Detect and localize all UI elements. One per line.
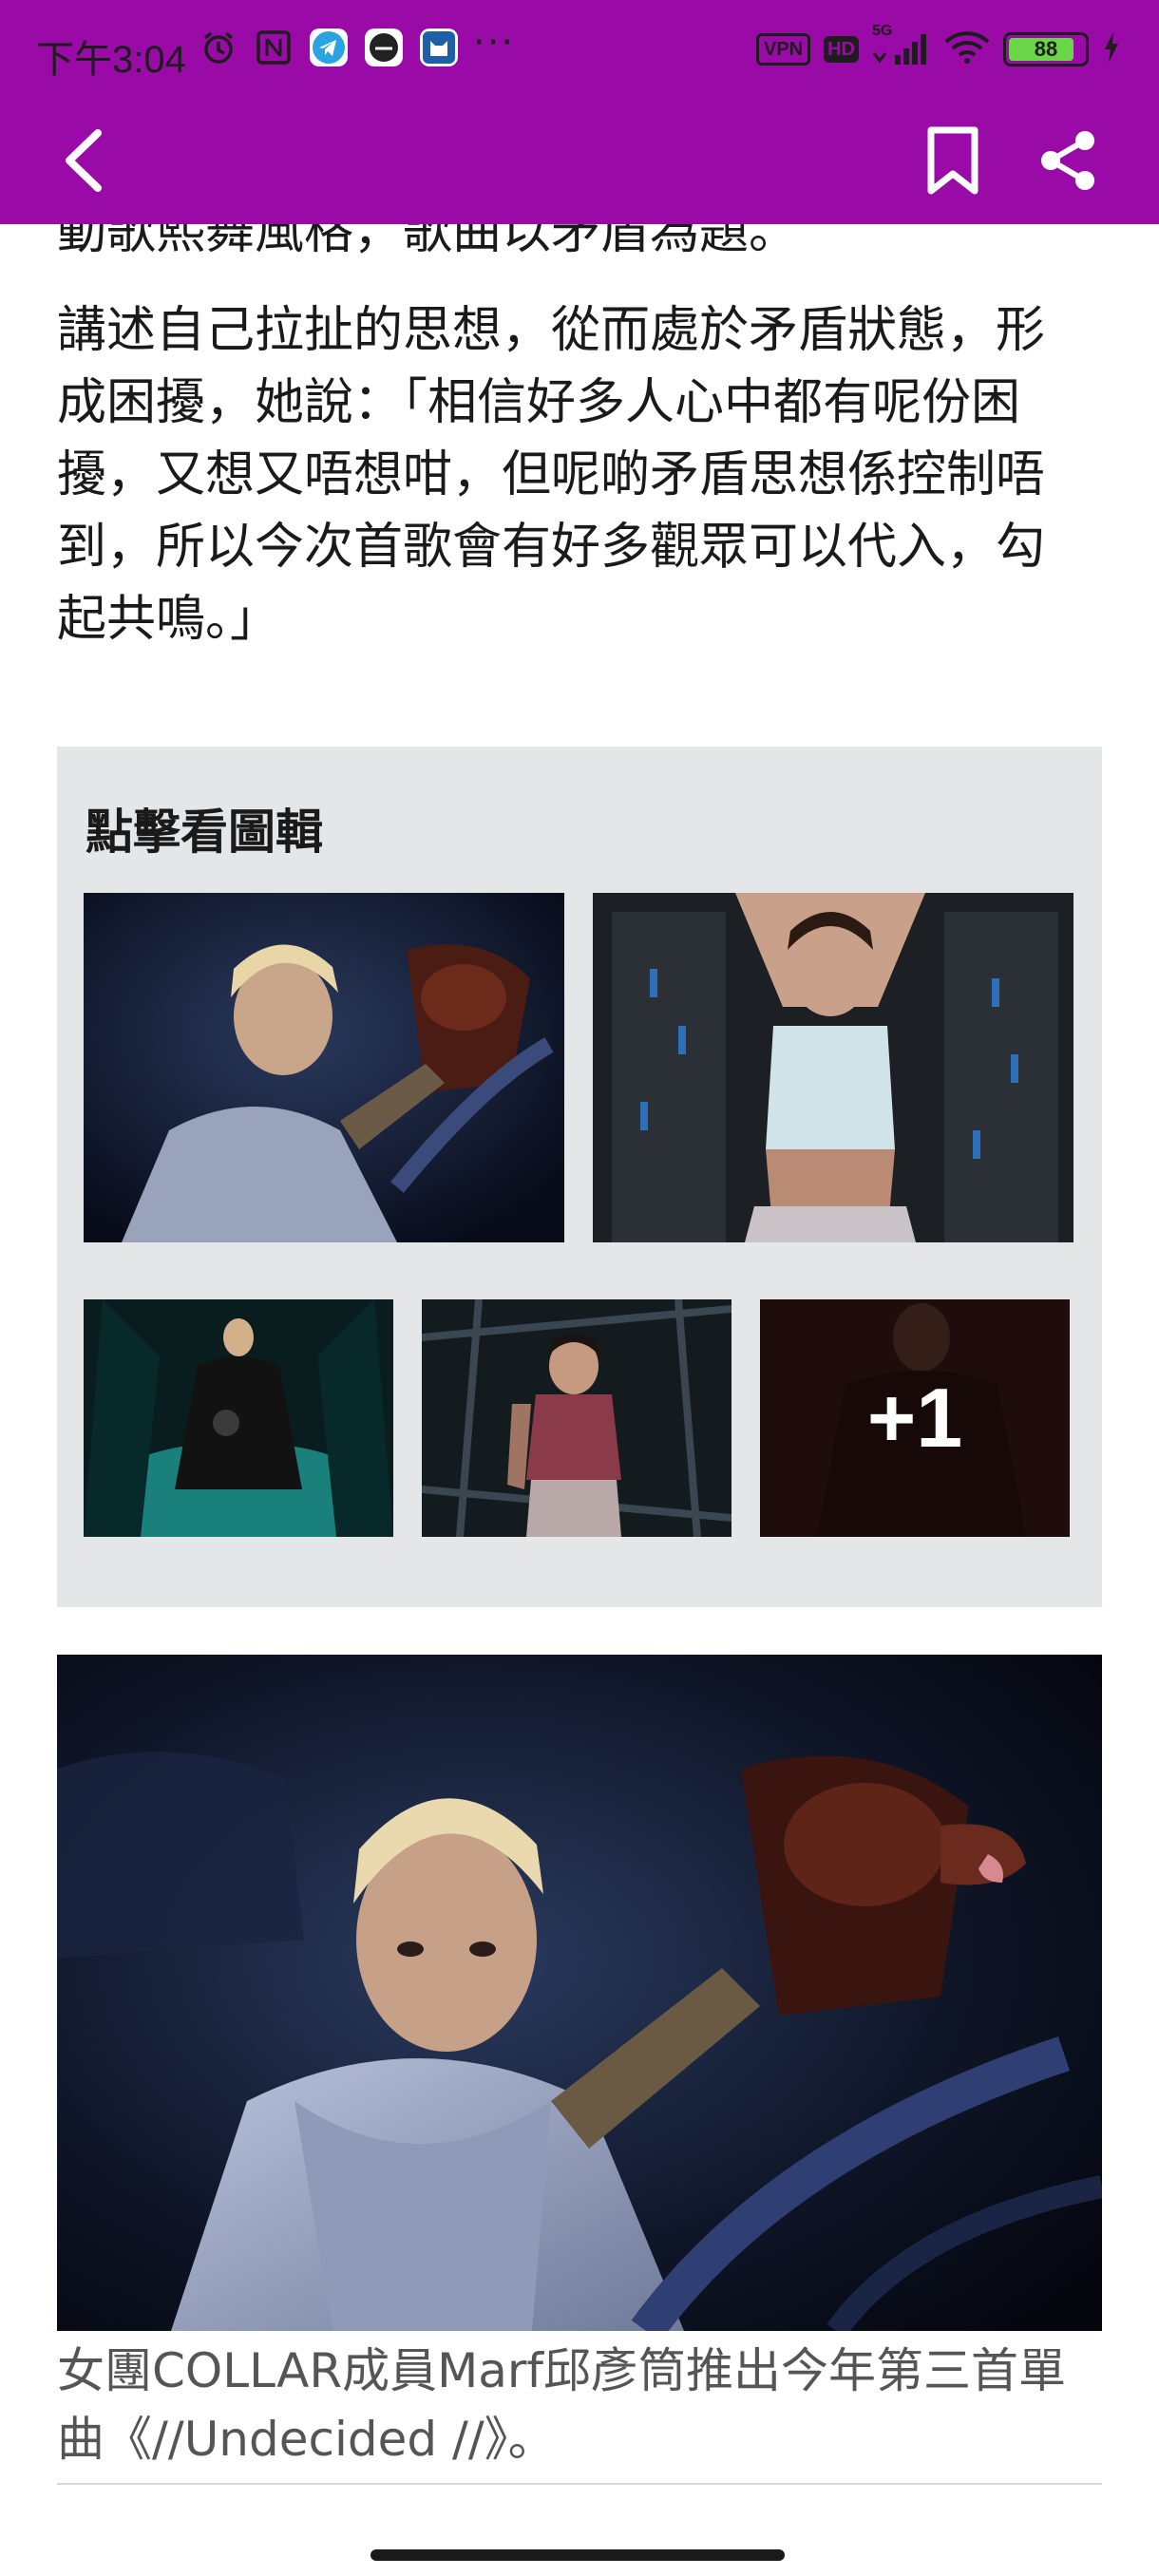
network-type-label: 5G xyxy=(872,23,893,39)
status-notification-icons xyxy=(200,28,458,66)
gallery-photo-1[interactable] xyxy=(84,893,564,1242)
top-app-bar: 下午3:04 ··· VPN HD 5G 88 xyxy=(0,0,1159,224)
battery-icon: 88 xyxy=(1003,32,1089,66)
back-button[interactable] xyxy=(42,118,127,203)
share-icon xyxy=(1041,131,1094,190)
share-button[interactable] xyxy=(1026,118,1112,203)
signal-icon: 5G xyxy=(872,23,931,66)
app-bar xyxy=(0,104,1159,224)
chevron-left-icon xyxy=(66,129,102,192)
alarm-icon xyxy=(200,28,238,66)
home-indicator[interactable] xyxy=(370,2549,785,2561)
status-overflow-dots: ··· xyxy=(473,21,516,65)
hd-icon: HD xyxy=(824,36,859,63)
gallery-photo-3[interactable] xyxy=(84,1299,393,1537)
wifi-icon xyxy=(944,30,990,68)
bookmark-icon xyxy=(927,126,978,195)
app-notification-icon xyxy=(365,28,403,66)
more-photos-count[interactable]: +1 xyxy=(760,1299,1070,1537)
cat-app-icon xyxy=(420,28,458,66)
status-bar: 下午3:04 ··· VPN HD 5G 88 xyxy=(0,0,1159,104)
hero-image[interactable] xyxy=(57,1655,1102,2331)
gallery-photo-4[interactable] xyxy=(422,1299,732,1537)
nfc-icon xyxy=(255,28,293,66)
charging-icon xyxy=(1102,30,1121,68)
vpn-icon: VPN xyxy=(755,33,811,66)
photo-gallery: 點擊看圖輯 +1 xyxy=(57,747,1102,1607)
article-paragraph: 講述自己拉扯的思想，從而處於矛盾狀態，形成困擾，她說：「相信好多人心中都有呢份困… xyxy=(57,302,1046,648)
status-system-icons: VPN HD 5G 88 xyxy=(755,23,1121,68)
gallery-photo-more[interactable]: +1 xyxy=(760,1299,1070,1537)
status-time: 下午3:04 xyxy=(36,39,186,81)
bookmark-button[interactable] xyxy=(910,118,996,203)
gallery-title[interactable]: 點擊看圖輯 xyxy=(86,794,323,862)
caption-divider xyxy=(57,2483,1102,2485)
battery-level: 88 xyxy=(1034,37,1058,61)
telegram-icon xyxy=(310,28,348,66)
gallery-photo-2[interactable] xyxy=(593,893,1074,1242)
hero-caption: 女團COLLAR成員Marf邱彥筒推出今年第三首單曲《//Undecided /… xyxy=(57,2343,1067,2467)
